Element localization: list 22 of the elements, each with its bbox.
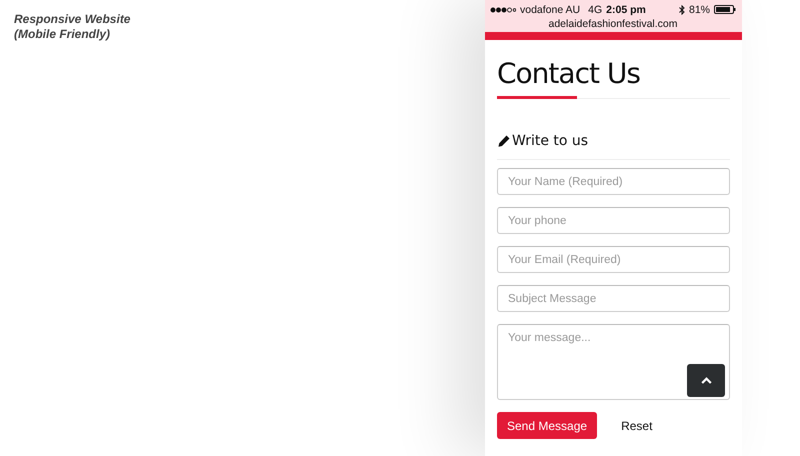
scroll-top-button[interactable] [687, 364, 725, 397]
bluetooth-icon [678, 4, 685, 14]
carrier-text: vodafone AU [520, 4, 580, 16]
battery-percent: 81% [688, 4, 710, 16]
url-text: adelaidefashionfestival.com [548, 18, 678, 30]
battery-icon [714, 5, 736, 14]
input-field[interactable]: Your Name (Required) [497, 168, 730, 195]
input-field[interactable]: Subject Message [497, 285, 730, 312]
message-field[interactable]: Your message... [497, 324, 730, 400]
signal-icon [490, 6, 516, 12]
time-text: 2:05 pm [606, 4, 646, 16]
caption-text: (Mobile Friendly) [14, 27, 111, 42]
section-title: Write to us [512, 133, 588, 149]
page-title: Contact Us [497, 56, 641, 92]
send-button[interactable]: Send Message [497, 412, 598, 439]
reset-button[interactable]: Reset [611, 412, 662, 439]
chevron-up-icon [700, 377, 712, 384]
caption-text: Responsive Website [14, 12, 132, 27]
network-text: 4G [588, 4, 602, 16]
pencil-icon [497, 134, 511, 148]
input-field[interactable]: Your phone [497, 207, 730, 234]
input-field[interactable]: Your Email (Required) [497, 246, 730, 273]
